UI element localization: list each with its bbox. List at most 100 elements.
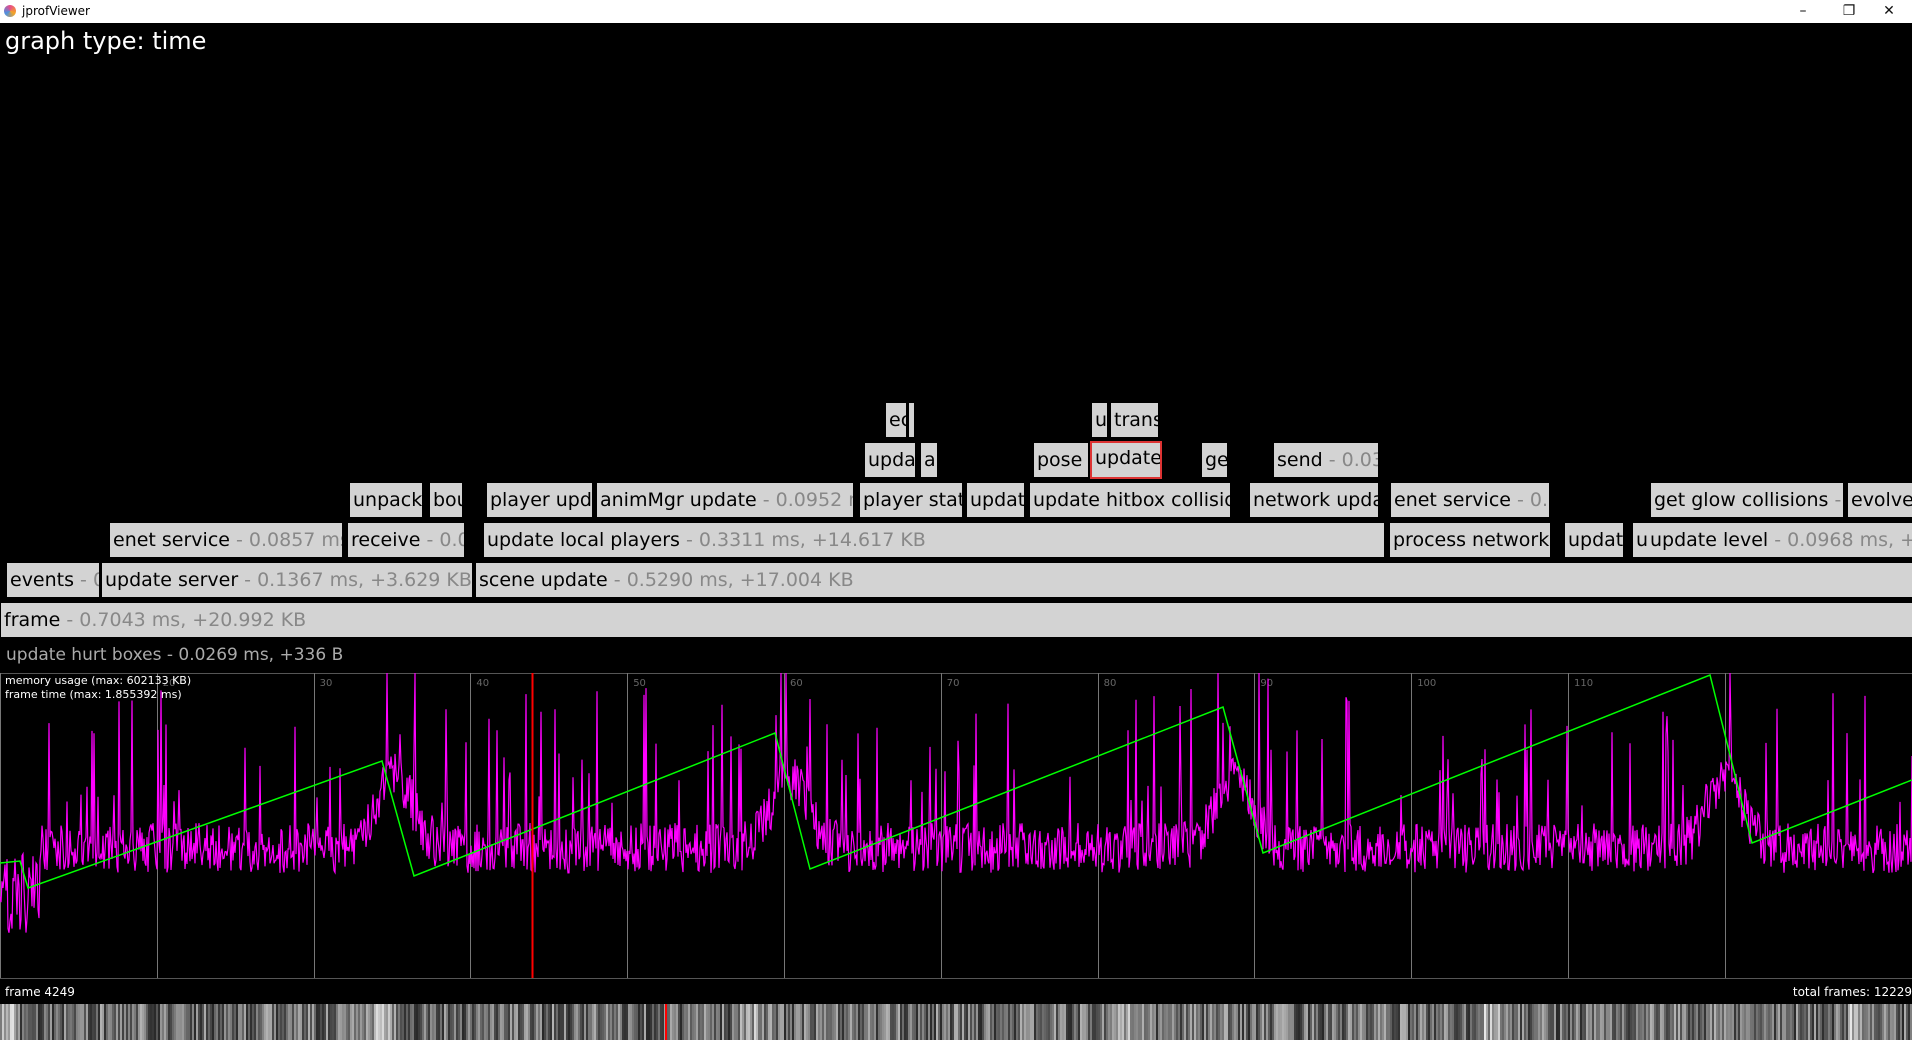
overview-strip-column [576,1004,578,1040]
profile-block[interactable]: ec [886,403,906,437]
overview-strip-column [1666,1004,1668,1040]
profile-block[interactable]: player state [860,483,962,517]
profile-block[interactable]: animMgr update - 0.0952 ms [597,483,853,517]
app-icon [4,5,16,17]
profile-block[interactable]: update [1565,523,1623,557]
overview-strip-column [930,1004,932,1040]
overview-strip-column [912,1004,914,1040]
overview-strip-column [1048,1004,1050,1040]
overview-strip-column [1086,1004,1088,1040]
overview-strip-column [1210,1004,1212,1040]
overview-strip-column [1174,1004,1176,1040]
overview-strip-column [722,1004,724,1040]
overview-strip-column [842,1004,844,1040]
profile-block[interactable]: update server - 0.1367 ms, +3.629 KB [102,563,472,597]
overview-strip-column [1302,1004,1304,1040]
overview-strip-column [584,1004,586,1040]
overview-strip-column [920,1004,922,1040]
overview-strip-column [1260,1004,1262,1040]
overview-strip-column [1814,1004,1816,1040]
profile-block-root[interactable]: frame - 0.7043 ms, +20.992 KB [1,603,1912,637]
profile-block[interactable]: events - 0 [7,563,99,597]
overview-strip-column [836,1004,838,1040]
overview-strip-column [676,1004,678,1040]
profile-block[interactable]: player upda [487,483,592,517]
overview-strip-column [22,1004,24,1040]
profile-block[interactable]: get glow collisions - 0 [1651,483,1843,517]
minimize-button[interactable]: – [1780,0,1826,23]
overview-strip-column [1694,1004,1696,1040]
close-button[interactable]: ✕ [1866,0,1912,23]
overview-strip-column [376,1004,378,1040]
profile-block[interactable]: process network m [1390,523,1550,557]
overview-strip-column [1760,1004,1762,1040]
profile-block[interactable]: trans [1111,403,1158,437]
overview-strip-column [1518,1004,1520,1040]
profile-block[interactable]: send - 0.03 [1274,443,1378,477]
overview-strip-column [1320,1004,1322,1040]
profile-block[interactable]: enet service - 0.0 [1391,483,1549,517]
hovered-block-info: update hurt boxes - 0.0269 ms, +336 B [6,645,344,665]
overview-strip-column [1858,1004,1860,1040]
overview-strip-column [744,1004,746,1040]
overview-strip-column [1020,1004,1022,1040]
profile-block[interactable]: pose s [1034,443,1088,477]
overview-strip-column [1090,1004,1092,1040]
overview-strip-column [1746,1004,1748,1040]
overview-strip-column [468,1004,470,1040]
overview-strip-column [138,1004,140,1040]
overview-strip-column [728,1004,730,1040]
overview-strip-column [254,1004,256,1040]
overview-strip-column [90,1004,92,1040]
overview-strip-column [1326,1004,1328,1040]
overview-strip-column [1534,1004,1536,1040]
overview-strip-column [1270,1004,1272,1040]
overview-strip-column [1754,1004,1756,1040]
profile-block[interactable]: scene update - 0.5290 ms, +17.004 KB [476,563,1912,597]
overview-strip-column [1150,1004,1152,1040]
profile-block[interactable]: enet service - 0.0857 ms [110,523,342,557]
overview-strip-column [30,1004,32,1040]
overview-strip-column [296,1004,298,1040]
overview-strip-column [1604,1004,1606,1040]
overview-strip-column [1524,1004,1526,1040]
profile-block[interactable]: network updat [1250,483,1378,517]
overview-strip-column [704,1004,706,1040]
profile-block[interactable]: receive - 0.0 [348,523,464,557]
overview-strip-column [1820,1004,1822,1040]
profile-block[interactable]: evolve [1848,483,1912,517]
timeline-graph-canvas[interactable]: 20 30 40 50 60 70 80 90 100 110 [0,673,1912,980]
overview-strip-column [246,1004,248,1040]
profile-block[interactable]: ge [1202,443,1227,477]
overview-strip-column [1594,1004,1596,1040]
selected-profile-block[interactable]: update [1090,441,1162,479]
profile-block[interactable]: unpack [350,483,422,517]
profile-block[interactable]: update level - 0.0968 ms, +8 [1647,523,1912,557]
profile-block[interactable]: u [1092,403,1107,437]
profile-block[interactable]: a [921,443,937,477]
overview-strip-column [610,1004,612,1040]
overview-strip-column [1654,1004,1656,1040]
overview-strip-column [588,1004,590,1040]
profile-block[interactable]: update hitbox collision [1030,483,1230,517]
profile-block[interactable]: update [967,483,1024,517]
overview-strip-column [1038,1004,1040,1040]
overview-strip-column [1678,1004,1680,1040]
overview-strip-column [1462,1004,1464,1040]
profile-block[interactable]: u [1633,523,1647,557]
profile-block[interactable]: update local players - 0.3311 ms, +14.61… [484,523,1384,557]
overview-strip-column [1646,1004,1648,1040]
overview-strip-column [932,1004,934,1040]
overview-strip-column [1860,1004,1862,1040]
frame-overview-strip[interactable] [0,1004,1912,1040]
overview-strip-column [740,1004,742,1040]
profile-block[interactable]: bou [430,483,462,517]
overview-strip-column [1410,1004,1412,1040]
overview-strip-column [1482,1004,1484,1040]
profile-block[interactable]: updat [865,443,915,477]
overview-strip-column [390,1004,392,1040]
timeline-graph[interactable]: 20 30 40 50 60 70 80 90 100 110 memory usage (max… [0,673,1912,980]
overview-strip-column [26,1004,28,1040]
profile-block[interactable] [909,403,914,437]
overview-strip-column [314,1004,316,1040]
